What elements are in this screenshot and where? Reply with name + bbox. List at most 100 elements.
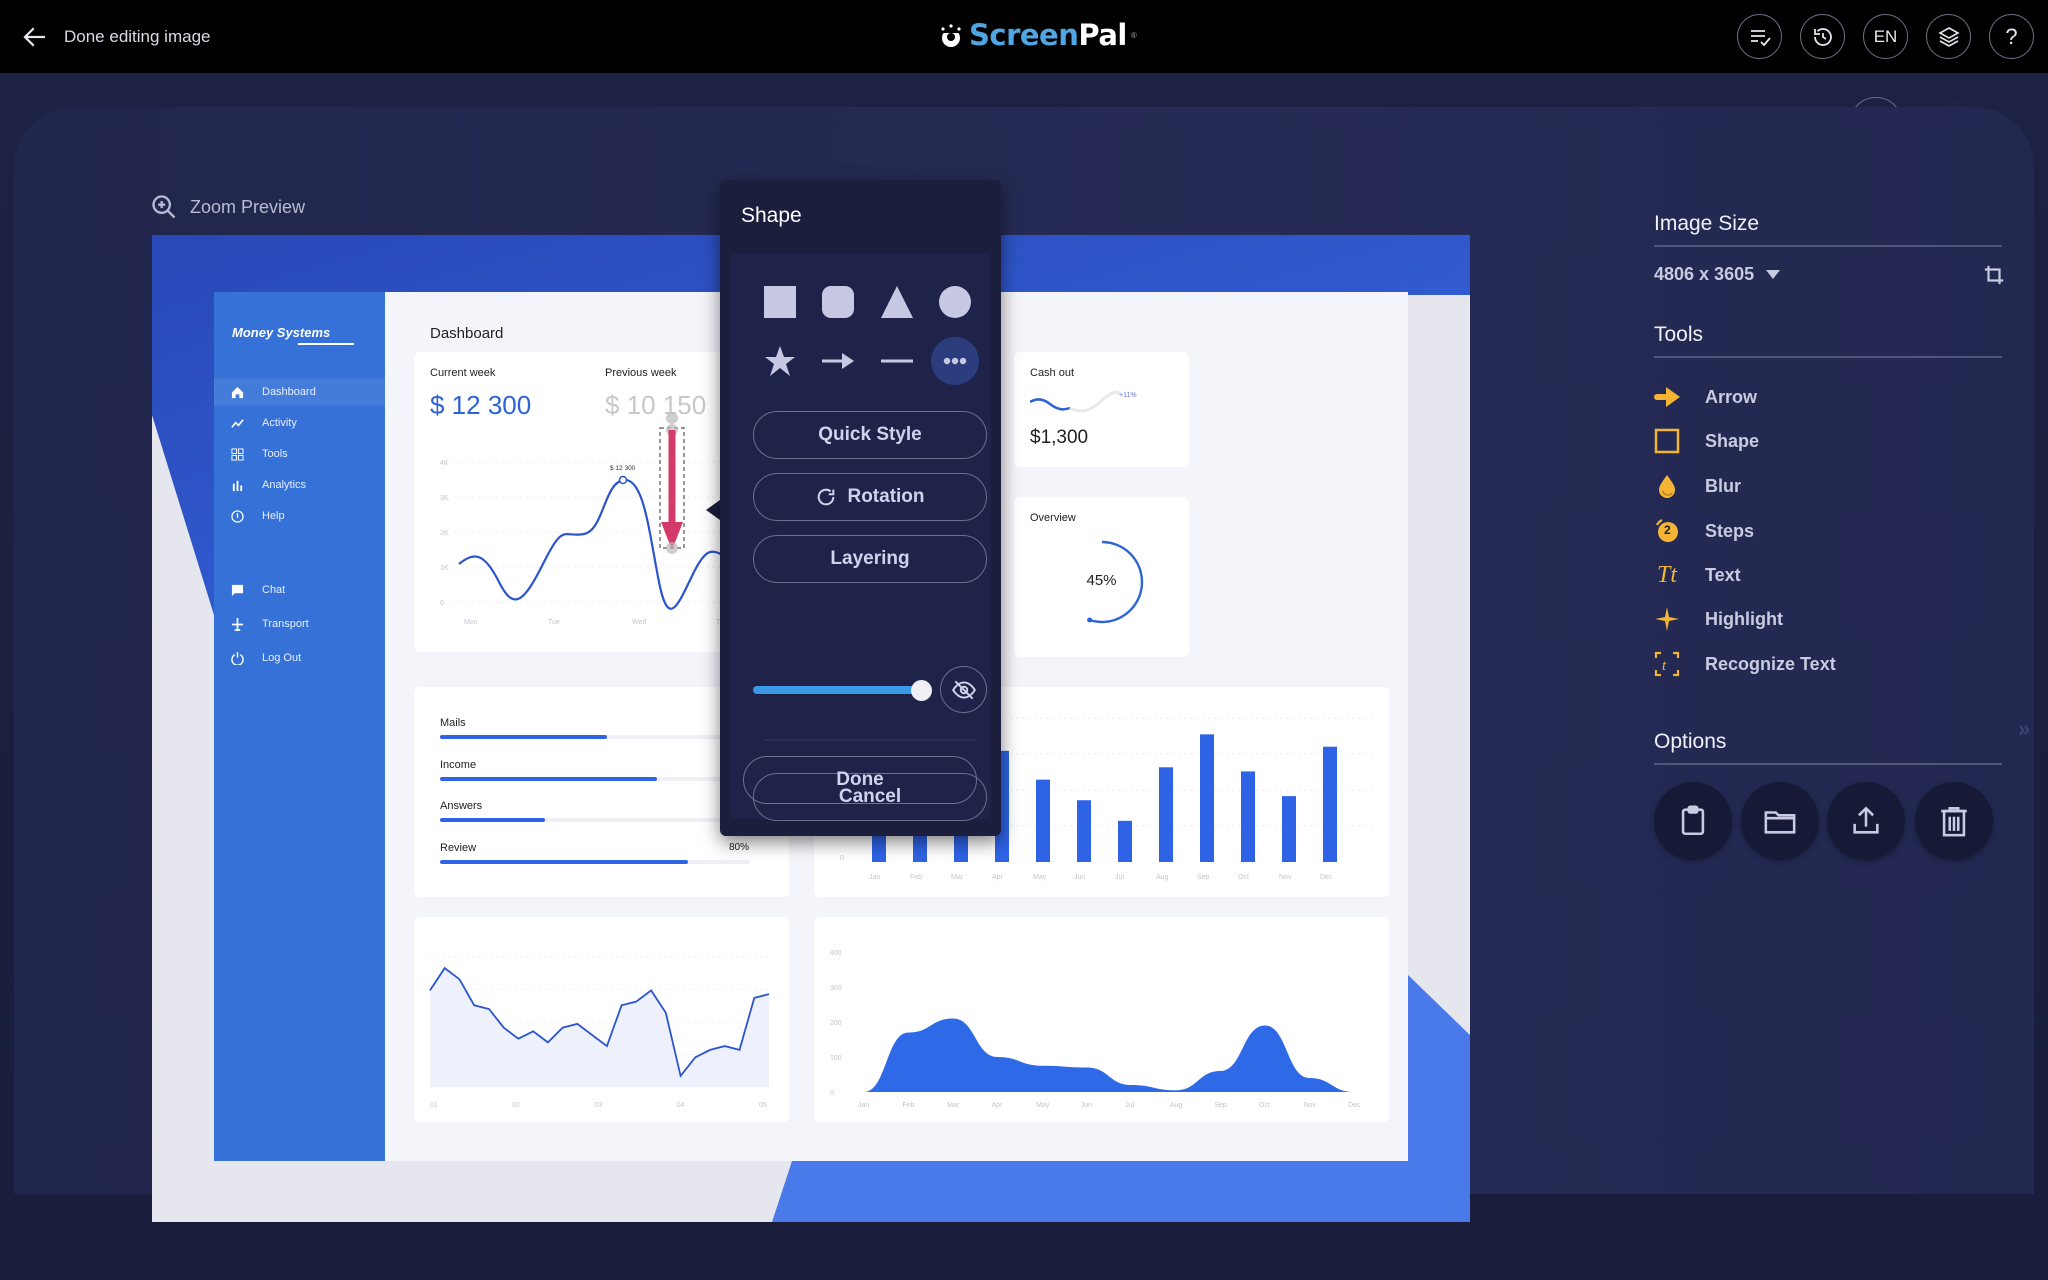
tool-recognize-text[interactable]: t Recognize Text (1654, 649, 1836, 679)
bar-aug (1159, 767, 1173, 862)
text-icon: Tt (1656, 561, 1677, 588)
tool-recognize-text-label: Recognize Text (1705, 653, 1836, 674)
tool-blur[interactable]: Blur (1654, 471, 1741, 501)
tool-highlight[interactable]: Highlight (1654, 604, 1783, 634)
ds-nav-item-analytics: Analytics (214, 471, 385, 499)
save-to-folder-button[interactable] (1741, 782, 1819, 860)
line-area-fill (430, 968, 769, 1087)
chevron-down-icon (1766, 270, 1781, 279)
y-tick-label: 0 (830, 1090, 834, 1097)
rotate-handle[interactable] (666, 412, 678, 424)
ds-nav-item-tools: Tools (214, 440, 385, 468)
done-editing-button[interactable]: Done editing image (20, 22, 210, 52)
x-tick-label: Jan (869, 874, 880, 881)
popover-title: Shape (741, 204, 802, 227)
progress-track (440, 860, 750, 864)
chat-icon (231, 584, 244, 596)
bar-nov (1282, 796, 1296, 862)
ds-nav-item-chat: Chat (214, 576, 385, 604)
visibility-toggle-button[interactable] (940, 666, 987, 713)
tool-blur-label: Blur (1705, 475, 1741, 496)
back-arrow-icon (23, 27, 45, 47)
overview-ring-end (1087, 617, 1093, 623)
history-button[interactable] (1800, 14, 1845, 59)
x-tick-label: Apr (992, 874, 1004, 881)
power-icon (231, 651, 244, 665)
arrow-shape-icon (822, 353, 854, 369)
rounded-square-shape-icon (822, 286, 854, 318)
x-tick-label: 04 (677, 1102, 685, 1109)
popover-pointer (706, 500, 720, 520)
circle-shape-button[interactable] (935, 282, 975, 322)
eye-off-icon (951, 680, 976, 699)
y-tick-label: 3K (440, 495, 449, 502)
zoom-preview-button[interactable]: Zoom Preview (150, 193, 305, 221)
previous-week-value: $ 10 150 (605, 390, 707, 420)
quarter-line-chart: 01 02 03 04 05 (429, 956, 770, 1109)
image-size-divider (1654, 245, 2002, 247)
language-button[interactable]: EN (1863, 14, 1908, 59)
progress-fill (440, 818, 546, 822)
line-chart-card: 01 02 03 04 05 (414, 917, 789, 1122)
arrow-shape-button[interactable] (818, 341, 858, 381)
crop-icon[interactable] (1983, 264, 2005, 286)
end-handle[interactable] (666, 542, 678, 554)
image-size-dropdown[interactable]: 4806 x 3605 (1654, 264, 1781, 285)
layers-button[interactable] (1926, 14, 1971, 59)
y-tick-label: 400 (830, 950, 842, 957)
area-series (864, 1018, 1354, 1092)
delete-button[interactable] (1915, 782, 1993, 860)
popover-body: Quick Style Rotation Layering Cancel (730, 253, 991, 821)
opacity-slider-thumb[interactable] (911, 680, 932, 701)
checklist-icon (1750, 29, 1771, 46)
tool-steps-label: Steps (1705, 520, 1755, 541)
x-tick-label: Mar (947, 1102, 960, 1109)
opacity-slider[interactable] (753, 680, 932, 701)
tool-arrow-label: Arrow (1705, 386, 1758, 407)
done-editing-label: Done editing image (64, 27, 211, 46)
shape-icon (1654, 428, 1680, 454)
x-tick-label: Oct (1259, 1102, 1270, 1109)
upload-button[interactable] (1827, 782, 1905, 860)
tool-arrow[interactable]: Arrow (1654, 382, 1757, 412)
copy-to-clipboard-button[interactable] (1654, 782, 1732, 860)
y-tick-label: 0 (440, 600, 444, 607)
recognize-text-icon: t (1654, 651, 1680, 677)
logo-text-screen: Screen (969, 18, 1079, 52)
y-tick-label: 2K (440, 530, 449, 537)
triangle-shape-button[interactable] (877, 282, 917, 322)
arrow-annotation[interactable] (657, 410, 687, 575)
quick-style-label: Quick Style (818, 424, 922, 445)
tool-shape[interactable]: Shape (1654, 426, 1759, 456)
arrow-shaft (668, 430, 676, 525)
tool-text[interactable]: Tt Text (1654, 560, 1741, 590)
plane-icon (231, 617, 244, 631)
line-shape-button[interactable] (877, 341, 917, 381)
more-shapes-button[interactable] (931, 337, 979, 385)
progress-fill (440, 735, 608, 739)
rounded-square-shape-button[interactable] (818, 282, 858, 322)
quick-style-button[interactable]: Quick Style (753, 411, 987, 459)
y-tick-label: 100 (830, 1055, 842, 1062)
collapse-panel-icon[interactable]: » (2018, 716, 2030, 742)
progress-track (440, 735, 750, 739)
x-tick-label: Nov (1303, 1102, 1316, 1109)
rotation-button[interactable]: Rotation (753, 473, 987, 521)
checklist-button[interactable] (1737, 14, 1782, 59)
x-tick-label: Aug (1156, 874, 1169, 881)
layering-button[interactable]: Layering (753, 535, 987, 583)
layering-label: Layering (830, 548, 910, 569)
clipboard-icon (1681, 805, 1705, 836)
tool-shape-label: Shape (1705, 430, 1760, 451)
tool-steps[interactable]: 2 Steps (1654, 516, 1754, 546)
x-tick-label: Aug (1170, 1102, 1183, 1109)
square-shape-button[interactable] (760, 282, 800, 322)
star-shape-button[interactable] (760, 341, 800, 381)
help-button[interactable]: ? (1989, 14, 2034, 59)
bar-sep (1200, 734, 1214, 862)
done-button[interactable]: Done (743, 756, 977, 804)
ds-nav-item-activity: Activity (214, 409, 385, 437)
ds-nav-label: Activity (262, 417, 297, 429)
screenpal-logo-icon (941, 24, 961, 47)
logo-text-pal: Pal (1078, 18, 1127, 52)
